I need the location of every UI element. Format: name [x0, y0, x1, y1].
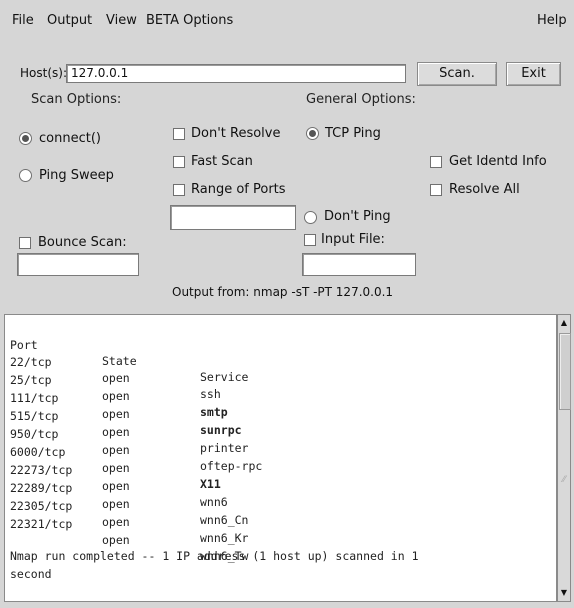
scrollbar-grip-icon: ⁄⁄ — [562, 475, 566, 485]
summary-line-2: second — [10, 567, 52, 581]
output-scrollbar[interactable]: ▲ ⁄⁄ ▼ — [557, 314, 571, 602]
service-cell: ssh — [200, 387, 221, 401]
summary-line-1: Nmap run completed -- 1 IP address (1 ho… — [10, 549, 419, 563]
state-cell: open — [102, 479, 130, 493]
output-text-area[interactable]: Port State Service 22/tcp open ssh 25/tc… — [4, 314, 557, 602]
header-service: Service — [200, 370, 249, 384]
table-row: 22321/tcp open wnn6_Tw — [10, 500, 248, 563]
scroll-down-icon[interactable]: ▼ — [558, 586, 570, 600]
host-value: 127.0.0.1 — [71, 66, 129, 80]
service-cell: smtp — [200, 405, 228, 419]
range-of-ports-checkbox[interactable] — [173, 184, 185, 196]
table-row: 111/tcp open sunrpc — [10, 374, 242, 437]
menubar: File Output View BETA Options Help — [0, 0, 574, 42]
header-state: State — [102, 354, 137, 368]
ping-sweep-label: Ping Sweep — [39, 168, 114, 183]
table-row: 22273/tcp open wnn6 — [10, 446, 228, 509]
tcp-ping-label: TCP Ping — [325, 126, 381, 141]
table-row: 25/tcp open smtp — [10, 356, 228, 419]
dont-ping-label: Don't Ping — [324, 209, 391, 224]
scrollbar-thumb[interactable] — [559, 333, 571, 410]
state-cell: open — [102, 515, 130, 529]
fast-scan-checkbox[interactable] — [173, 156, 185, 168]
get-identd-label: Get Identd Info — [449, 154, 547, 169]
state-cell: open — [102, 389, 130, 403]
state-cell: open — [102, 533, 130, 547]
service-cell: X11 — [200, 477, 221, 491]
state-cell: open — [102, 425, 130, 439]
state-cell: open — [102, 407, 130, 421]
table-row: 6000/tcp open X11 — [10, 428, 221, 491]
scan-options-title: Scan Options: — [31, 92, 122, 107]
scroll-up-icon[interactable]: ▲ — [558, 316, 570, 330]
menu-file[interactable]: File — [12, 13, 34, 28]
connect-radio[interactable] — [19, 132, 32, 145]
bounce-scan-input[interactable] — [17, 253, 139, 276]
fast-scan-label: Fast Scan — [191, 154, 253, 169]
service-cell: sunrpc — [200, 423, 242, 437]
output-from-label: Output from: nmap -sT -PT 127.0.0.1 — [172, 285, 394, 299]
state-cell: open — [102, 461, 130, 475]
table-row: 22289/tcp open wnn6_Cn — [10, 464, 248, 527]
table-row: 22/tcp open ssh — [10, 338, 221, 401]
get-identd-checkbox[interactable] — [430, 156, 442, 168]
service-cell: wnn6_Cn — [200, 513, 249, 527]
bounce-scan-label: Bounce Scan: — [38, 235, 127, 250]
menu-beta-options[interactable]: BETA Options — [146, 13, 233, 28]
menu-output[interactable]: Output — [47, 13, 92, 28]
tcp-ping-radio[interactable] — [306, 127, 319, 140]
state-cell: open — [102, 443, 130, 457]
dont-resolve-checkbox[interactable] — [173, 128, 185, 140]
service-cell: oftep-rpc — [200, 459, 263, 473]
menu-view[interactable]: View — [106, 13, 137, 28]
range-of-ports-label: Range of Ports — [191, 182, 286, 197]
service-cell: wnn6_Kr — [200, 531, 249, 545]
resolve-all-label: Resolve All — [449, 182, 520, 197]
state-cell: open — [102, 497, 130, 511]
input-file-label: Input File: — [321, 232, 385, 247]
range-of-ports-input[interactable] — [170, 205, 296, 230]
table-row: 22305/tcp open wnn6_Kr — [10, 482, 248, 545]
service-cell: printer — [200, 441, 249, 455]
dont-resolve-label: Don't Resolve — [191, 126, 281, 141]
dont-ping-radio[interactable] — [304, 211, 317, 224]
results-header-row: Port State Service — [10, 321, 248, 384]
table-row: 950/tcp open oftep-rpc — [10, 410, 262, 473]
menu-help[interactable]: Help — [537, 13, 567, 28]
ping-sweep-radio[interactable] — [19, 169, 32, 182]
resolve-all-checkbox[interactable] — [430, 184, 442, 196]
port-cell: 22321/tcp — [10, 517, 73, 531]
host-label: Host(s): — [20, 66, 67, 80]
host-input[interactable]: 127.0.0.1 — [66, 64, 406, 83]
state-cell: open — [102, 371, 130, 385]
service-cell: wnn6 — [200, 495, 228, 509]
scan-button[interactable]: Scan. — [417, 62, 497, 86]
table-row: 515/tcp open printer — [10, 392, 248, 455]
general-options-title: General Options: — [306, 92, 416, 107]
input-file-input[interactable] — [302, 253, 416, 276]
connect-label: connect() — [39, 131, 101, 146]
input-file-checkbox[interactable] — [304, 234, 316, 246]
exit-button[interactable]: Exit — [506, 62, 561, 86]
bounce-scan-checkbox[interactable] — [19, 237, 31, 249]
